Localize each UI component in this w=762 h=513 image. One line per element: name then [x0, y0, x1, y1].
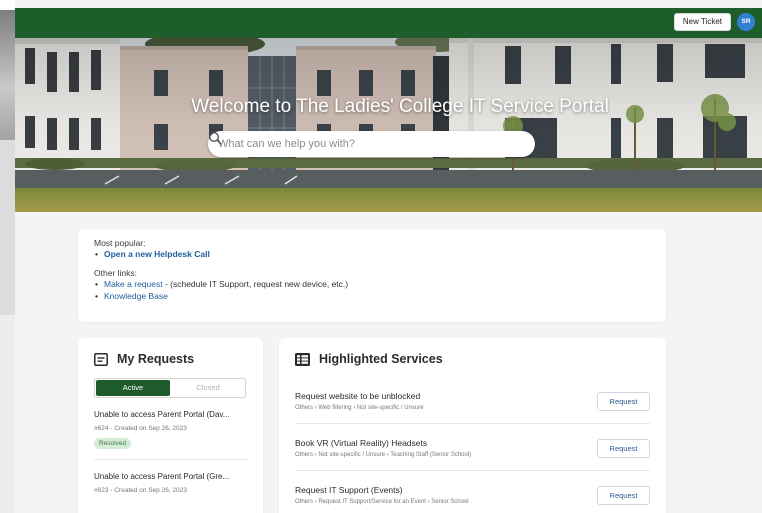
avatar[interactable]: SR [737, 13, 755, 31]
top-bar: New Ticket SR [15, 8, 762, 38]
list-item: Knowledge Base [94, 290, 650, 302]
request-button[interactable]: Request [597, 486, 650, 505]
my-requests-card: My Requests Active Closed Unable to acce… [78, 338, 263, 513]
list-item: Open a new Helpdesk Call [94, 248, 650, 260]
highlighted-services-card: Highlighted Services Request website to … [279, 338, 666, 513]
highlighted-services-header: Highlighted Services [295, 352, 650, 366]
request-button[interactable]: Request [597, 439, 650, 458]
list-item[interactable]: Unable to access Parent Portal (Dav... #… [94, 398, 247, 450]
open-helpdesk-call-link[interactable]: Open a new Helpdesk Call [104, 249, 210, 259]
tab-closed[interactable]: Closed [171, 379, 245, 397]
edge-photo [0, 10, 15, 140]
hero-title: Welcome to The Ladies' College IT Servic… [191, 96, 609, 117]
search-box [208, 131, 535, 157]
request-title[interactable]: Unable to access Parent Portal (Gre... [94, 472, 247, 481]
request-title[interactable]: Unable to access Parent Portal (Dav... [94, 410, 247, 419]
other-links-label: Other links: [94, 268, 137, 278]
catalog-icon [295, 352, 310, 366]
list-item[interactable]: Unable to access Parent Portal (Gre... #… [94, 459, 247, 494]
request-meta: #624 - Created on Sep 26, 2023 [94, 425, 187, 432]
status-badge: Resolved [94, 438, 132, 449]
request-button[interactable]: Request [597, 392, 650, 411]
most-popular-label: Most popular: [94, 238, 146, 248]
my-requests-header: My Requests [94, 352, 247, 366]
campus-photo [15, 38, 762, 212]
tab-active[interactable]: Active [96, 380, 170, 396]
new-ticket-button[interactable]: New Ticket [673, 13, 731, 31]
service-name[interactable]: Request IT Support (Events) [295, 485, 403, 495]
services-list: Request website to be unblocked Others ›… [295, 377, 650, 513]
edge-top [0, 0, 15, 10]
request-meta: #623 - Created on Sep 26, 2023 [94, 487, 187, 494]
service-category: Others › Request IT Support/Service for … [295, 499, 469, 505]
ticket-icon [94, 352, 108, 366]
popular-links-list: Open a new Helpdesk Call [94, 248, 650, 260]
service-name[interactable]: Request website to be unblocked [295, 391, 420, 401]
knowledge-base-link[interactable]: Knowledge Base [104, 291, 168, 301]
service-row: Request IT Support (Events) Others › Req… [295, 471, 650, 513]
service-row: Request website to be unblocked Others ›… [295, 377, 650, 424]
make-request-description: - (schedule IT Support, request new devi… [162, 279, 349, 289]
service-category: Others › Not site-specific / Unsure › Te… [295, 452, 472, 458]
other-links-list: Make a request - (schedule IT Support, r… [94, 278, 650, 302]
service-row: Book VR (Virtual Reality) Headsets Other… [295, 424, 650, 471]
search-input[interactable] [218, 131, 508, 157]
quick-links-card: Most popular: Open a new Helpdesk Call O… [78, 229, 666, 322]
service-category: Others › Web filtering › Not site-specif… [295, 405, 424, 411]
search-icon[interactable] [208, 131, 222, 145]
background-window-edge [0, 0, 15, 513]
requests-tabs: Active Closed [94, 378, 246, 398]
hero-banner: Welcome to The Ladies' College IT Servic… [15, 38, 762, 212]
my-requests-title: My Requests [117, 352, 195, 366]
list-item: Make a request - (schedule IT Support, r… [94, 278, 650, 290]
make-request-link[interactable]: Make a request [104, 279, 163, 289]
edge-panel [0, 140, 15, 315]
highlighted-services-title: Highlighted Services [319, 352, 443, 366]
service-name[interactable]: Book VR (Virtual Reality) Headsets [295, 438, 427, 448]
